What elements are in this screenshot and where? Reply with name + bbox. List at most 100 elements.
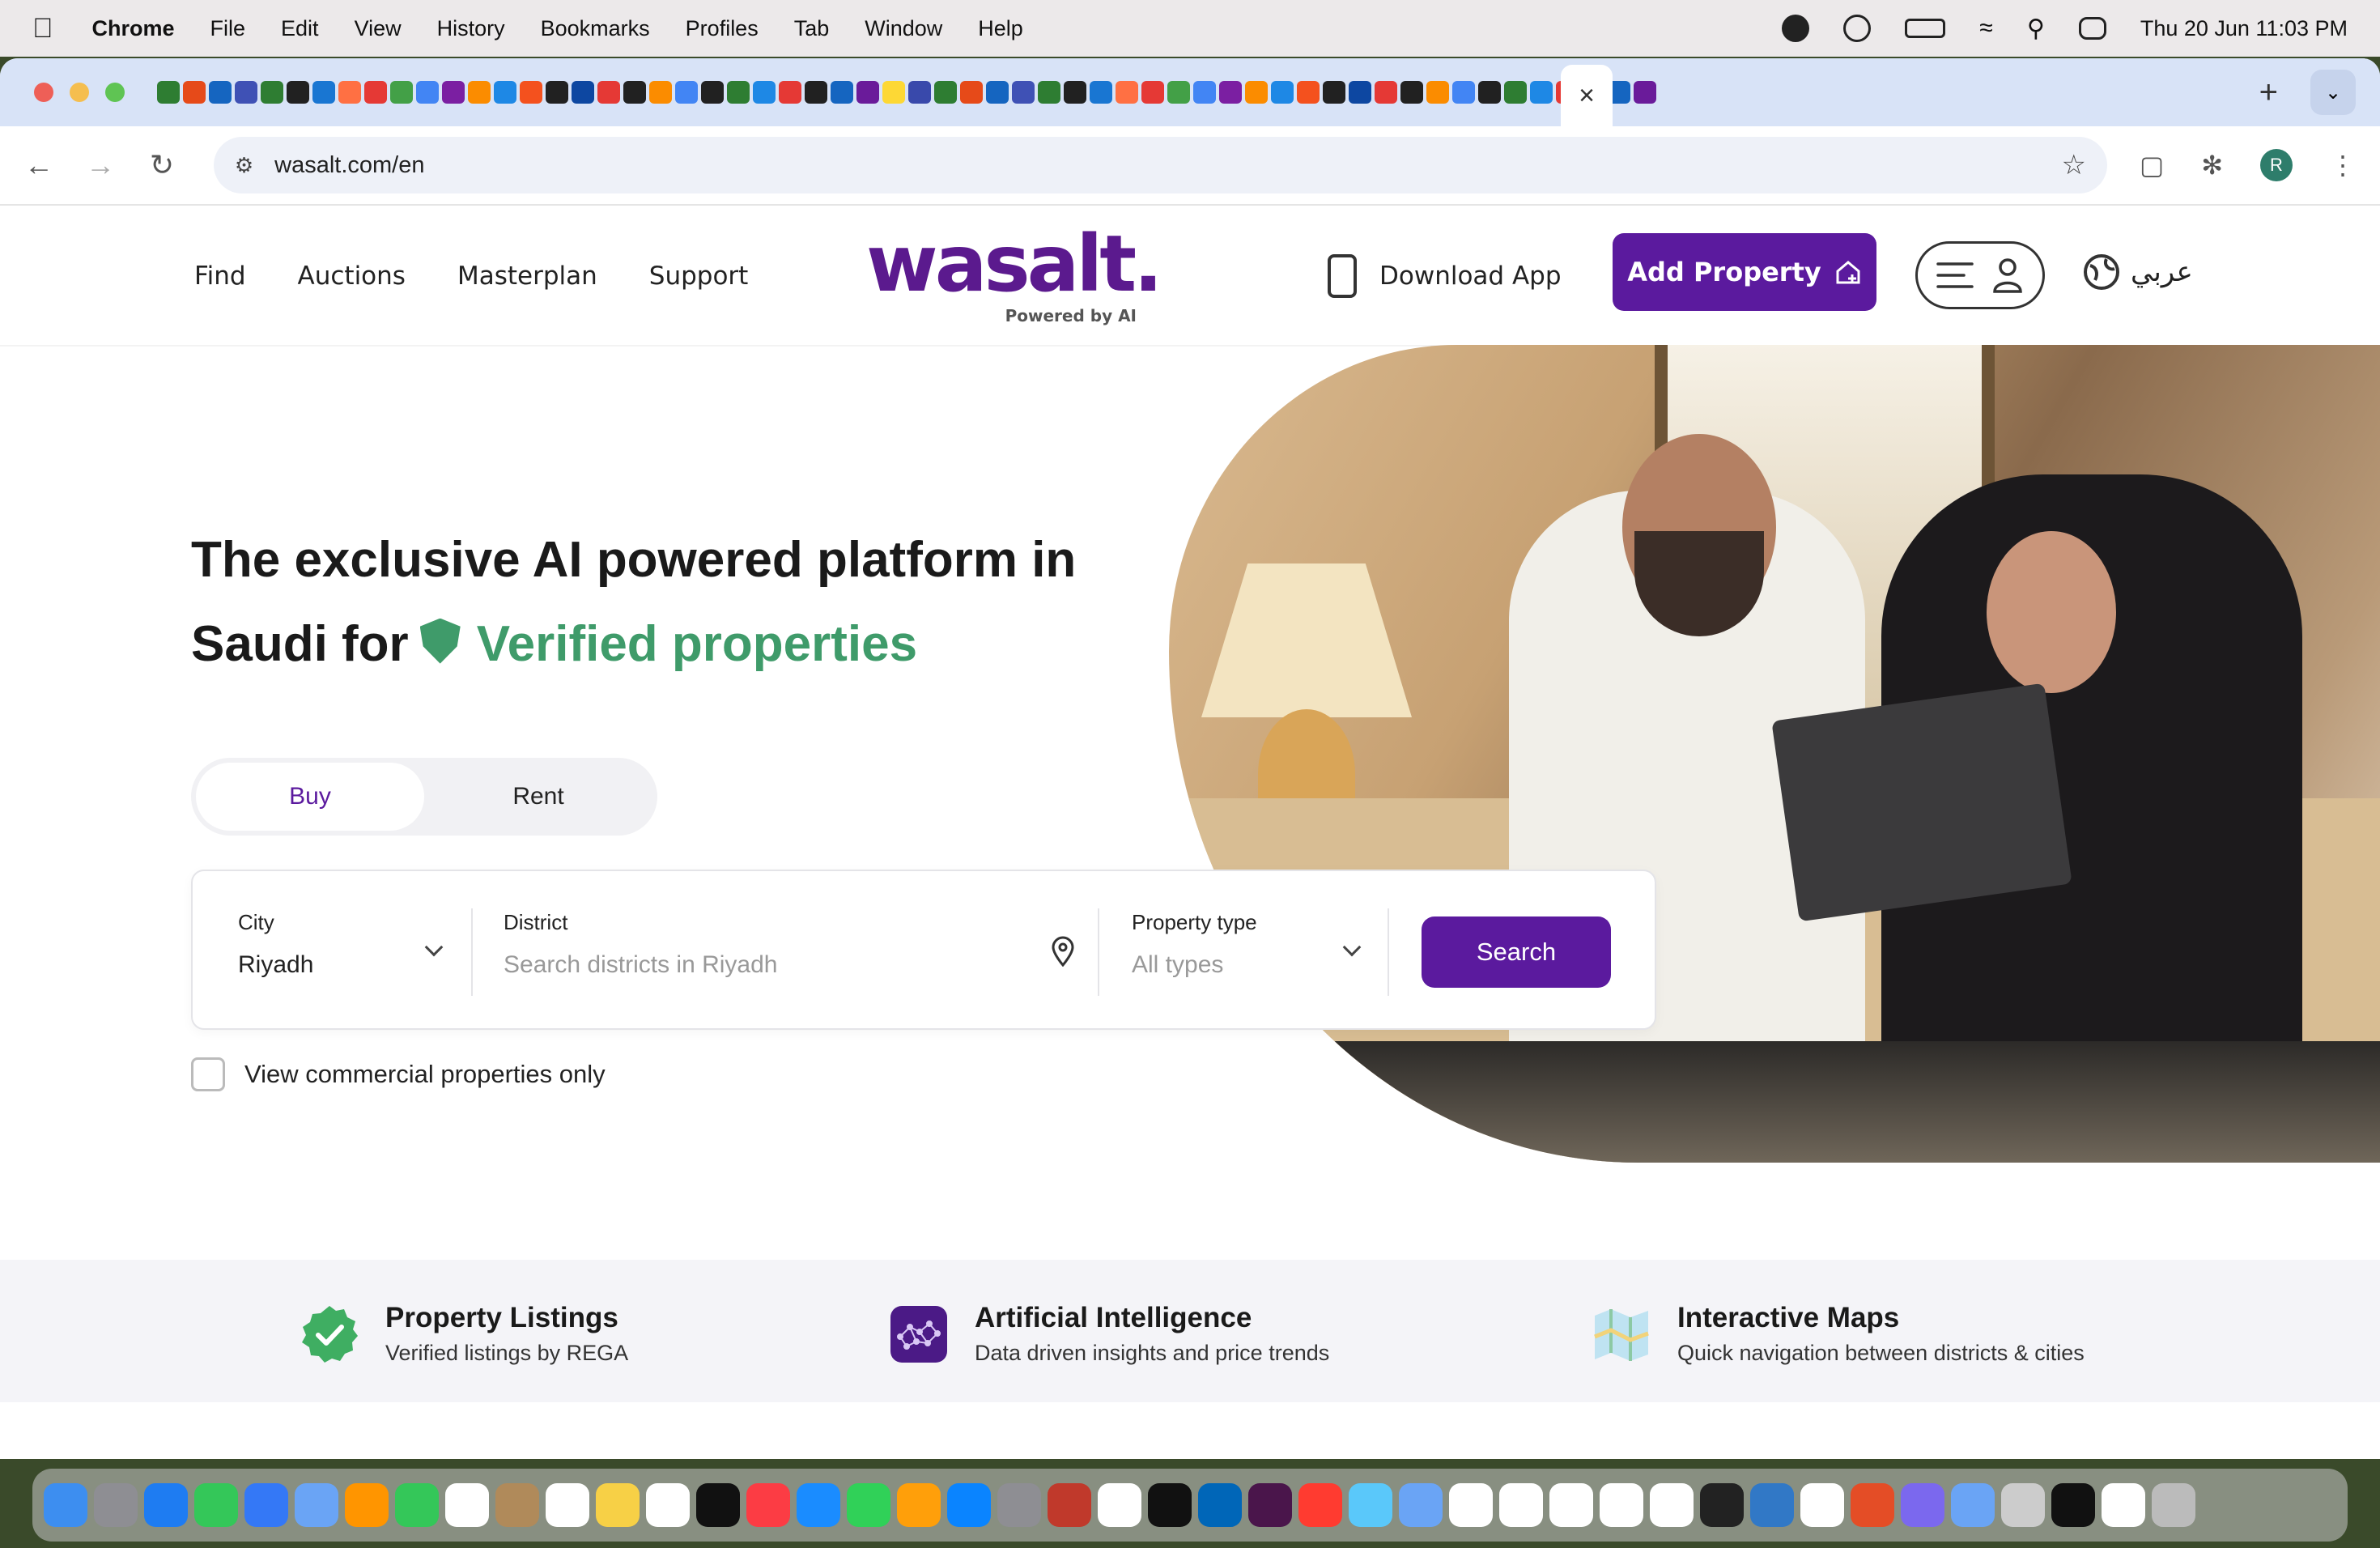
- dock-app-icon[interactable]: [1901, 1483, 1944, 1527]
- pinned-tab-favicon-icon[interactable]: [1116, 81, 1138, 104]
- url-text[interactable]: wasalt.com/en: [274, 152, 424, 179]
- dock-app-icon[interactable]: [847, 1483, 890, 1527]
- play-icon[interactable]: [1843, 15, 1872, 42]
- dock-app-icon[interactable]: [2102, 1483, 2145, 1527]
- pinned-tab-favicon-icon[interactable]: [235, 81, 257, 104]
- extension-icon[interactable]: ✻: [2201, 150, 2223, 181]
- pinned-tab-favicon-icon[interactable]: [856, 81, 879, 104]
- extensions-puzzle-icon[interactable]: ▢: [2140, 150, 2164, 181]
- pinned-tab-favicon-icon[interactable]: [934, 81, 957, 104]
- pinned-tab-favicon-icon[interactable]: [1219, 81, 1242, 104]
- close-window-button[interactable]: [34, 83, 53, 102]
- control-center-icon[interactable]: [2078, 17, 2106, 40]
- dock-app-icon[interactable]: [797, 1483, 840, 1527]
- dock-app-icon[interactable]: [646, 1483, 690, 1527]
- dock-app-icon[interactable]: [2152, 1483, 2195, 1527]
- pinned-tab-favicon-icon[interactable]: [312, 81, 335, 104]
- bookmark-star-icon[interactable]: ☆: [2061, 149, 2085, 181]
- dock-app-icon[interactable]: [696, 1483, 740, 1527]
- pinned-tab-favicon-icon[interactable]: [261, 81, 283, 104]
- dock-app-icon[interactable]: [997, 1483, 1041, 1527]
- pinned-tab-favicon-icon[interactable]: [1323, 81, 1345, 104]
- download-app-link[interactable]: Download App: [1328, 249, 1562, 303]
- pinned-tab-favicon-icon[interactable]: [727, 81, 750, 104]
- pinned-tab-favicon-icon[interactable]: [1504, 81, 1527, 104]
- menu-history[interactable]: History: [437, 16, 505, 41]
- menu-bookmarks[interactable]: Bookmarks: [541, 16, 650, 41]
- pinned-tab-favicon-icon[interactable]: [572, 81, 594, 104]
- pinned-tab-favicon-icon[interactable]: [1064, 81, 1086, 104]
- forward-arrow-icon[interactable]: →: [86, 148, 115, 182]
- dock-app-icon[interactable]: [295, 1483, 338, 1527]
- pinned-tab-favicon-icon[interactable]: [1245, 81, 1268, 104]
- pinned-tab-favicon-icon[interactable]: [779, 81, 801, 104]
- profile-avatar[interactable]: R: [2260, 149, 2293, 181]
- menu-edit[interactable]: Edit: [281, 16, 319, 41]
- dock-app-icon[interactable]: [94, 1483, 138, 1527]
- search-button[interactable]: Search: [1422, 916, 1611, 988]
- menu-view[interactable]: View: [355, 16, 402, 41]
- menu-window[interactable]: Window: [865, 16, 942, 41]
- pinned-tab-favicon-icon[interactable]: [416, 81, 439, 104]
- dock-app-icon[interactable]: [445, 1483, 489, 1527]
- nav-masterplan[interactable]: Masterplan: [457, 262, 597, 291]
- pinned-tab-favicon-icon[interactable]: [494, 81, 516, 104]
- app-menu-chrome[interactable]: Chrome: [92, 16, 175, 41]
- pinned-tab-favicon-icon[interactable]: [157, 81, 180, 104]
- tab-buy[interactable]: Buy: [196, 763, 424, 831]
- pinned-tab-favicon-icon[interactable]: [649, 81, 672, 104]
- address-bar[interactable]: ⚙ wasalt.com/en ☆: [213, 137, 2107, 194]
- pinned-tab-favicon-icon[interactable]: [623, 81, 646, 104]
- dock-app-icon[interactable]: [345, 1483, 389, 1527]
- pinned-tab-favicon-icon[interactable]: [1426, 81, 1449, 104]
- dock-app-icon[interactable]: [1349, 1483, 1392, 1527]
- dock-app-icon[interactable]: [897, 1483, 941, 1527]
- pinned-tab-favicon-icon[interactable]: [338, 81, 361, 104]
- commercial-filter[interactable]: View commercial properties only: [191, 1057, 606, 1091]
- dock-app-icon[interactable]: [1800, 1483, 1844, 1527]
- vpn-icon[interactable]: [1782, 15, 1810, 42]
- pinned-tab-favicon-icon[interactable]: [364, 81, 387, 104]
- pinned-tab-favicon-icon[interactable]: [831, 81, 853, 104]
- pinned-tab-favicon-icon[interactable]: [468, 81, 491, 104]
- site-settings-icon[interactable]: ⚙: [235, 153, 253, 178]
- pinned-tab-favicon-icon[interactable]: [183, 81, 206, 104]
- pinned-tab-favicon-icon[interactable]: [1141, 81, 1164, 104]
- dock-app-icon[interactable]: [2001, 1483, 2045, 1527]
- type-chevron-down-icon[interactable]: [1342, 938, 1362, 957]
- wifi-icon[interactable]: ≈: [1979, 15, 1992, 42]
- pinned-tab-favicon-icon[interactable]: [1193, 81, 1216, 104]
- dock-app-icon[interactable]: [1951, 1483, 1995, 1527]
- nav-auctions[interactable]: Auctions: [298, 262, 406, 291]
- dock-app-icon[interactable]: [1851, 1483, 1894, 1527]
- dock-app-icon[interactable]: [495, 1483, 539, 1527]
- pinned-tab-favicon-icon[interactable]: [1297, 81, 1320, 104]
- district-input[interactable]: District Search districts in Riyadh: [504, 910, 777, 979]
- dock-app-icon[interactable]: [1198, 1483, 1242, 1527]
- dock-app-icon[interactable]: [244, 1483, 288, 1527]
- dock-app-icon[interactable]: [194, 1483, 238, 1527]
- dock-app-icon[interactable]: [1600, 1483, 1643, 1527]
- menu-file[interactable]: File: [210, 16, 246, 41]
- pinned-tab-favicon-icon[interactable]: [701, 81, 724, 104]
- nav-support[interactable]: Support: [649, 262, 749, 291]
- menubar-clock[interactable]: Thu 20 Jun 11:03 PM: [2140, 16, 2348, 41]
- pinned-tab-favicon-icon[interactable]: [1452, 81, 1475, 104]
- menu-tab[interactable]: Tab: [794, 16, 830, 41]
- pinned-tab-favicon-icon[interactable]: [390, 81, 413, 104]
- dock-app-icon[interactable]: [596, 1483, 640, 1527]
- dock-app-icon[interactable]: [746, 1483, 790, 1527]
- dock-app-icon[interactable]: [1048, 1483, 1091, 1527]
- dock-app-icon[interactable]: [1399, 1483, 1443, 1527]
- location-pin-icon[interactable]: [1051, 936, 1075, 967]
- pinned-tab-favicon-icon[interactable]: [675, 81, 698, 104]
- dock-app-icon[interactable]: [1650, 1483, 1694, 1527]
- apple-menu-icon[interactable]: : [32, 13, 53, 45]
- pinned-tab-favicon-icon[interactable]: [908, 81, 931, 104]
- dock-app-icon[interactable]: [1098, 1483, 1141, 1527]
- dock-app-icon[interactable]: [1248, 1483, 1292, 1527]
- nav-find[interactable]: Find: [194, 262, 246, 291]
- pinned-tab-favicon-icon[interactable]: [1478, 81, 1501, 104]
- dock-app-icon[interactable]: [144, 1483, 188, 1527]
- pinned-tab-favicon-icon[interactable]: [1400, 81, 1423, 104]
